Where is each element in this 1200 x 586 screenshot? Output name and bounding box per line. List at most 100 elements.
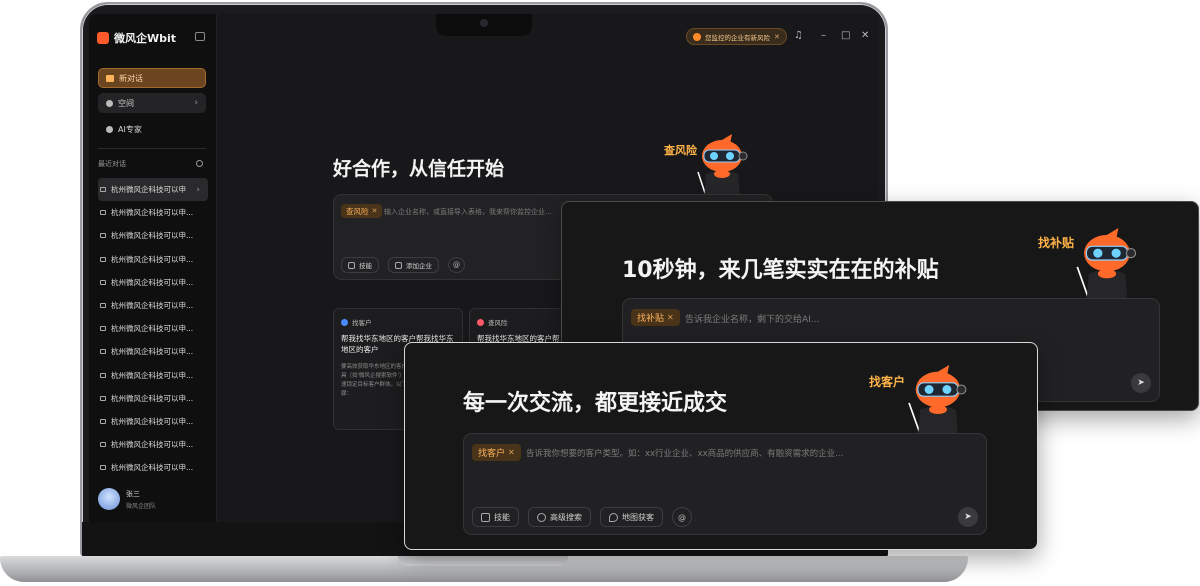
customer-icon: [341, 318, 348, 326]
search-icon[interactable]: [196, 160, 203, 167]
map-pin-icon: [609, 512, 618, 522]
input-placeholder: 告诉我企业名称，剩下的交给AI...: [685, 315, 820, 325]
skills-button[interactable]: 技能: [472, 507, 519, 527]
recent-chats-heading: 最近对话: [98, 160, 126, 168]
add-company-button[interactable]: 添加企业: [388, 257, 439, 273]
history-item[interactable]: 杭州微风企科技可以申...: [98, 317, 208, 340]
user-team: 微风企团队: [126, 502, 157, 510]
warning-icon: [693, 32, 701, 41]
skills-label: 技能: [359, 262, 372, 270]
history-item-label: 杭州微风企科技可以申: [111, 185, 186, 195]
history-item[interactable]: 杭州微风企科技可以申...: [98, 387, 208, 410]
chat-icon: [100, 372, 106, 378]
history-item[interactable]: 杭州微风企科技可以申...: [98, 271, 208, 294]
history-item[interactable]: 杭州微风企科技可以申...: [98, 364, 208, 387]
add-company-label: 添加企业: [406, 262, 432, 270]
chat-icon: [100, 349, 106, 355]
customer-panel: 每一次交流，都更接近成交 找客户 找客户 ✕ 告诉我你想要的客户类型。如：xx行…: [404, 342, 1038, 550]
send-button[interactable]: ➤: [958, 507, 978, 527]
history-item[interactable]: 杭州微风企科技可以申...: [98, 433, 208, 456]
chevron-right-icon: ›: [194, 98, 198, 108]
chat-icon: [100, 256, 106, 262]
card-tag: 查风险: [488, 319, 508, 327]
minimize-icon[interactable]: –: [821, 31, 826, 41]
grid-icon: [481, 512, 490, 522]
history-item[interactable]: 杭州微风企科技可以申...: [98, 456, 208, 479]
history-item-label: 杭州微风企科技可以申...: [111, 301, 194, 311]
skills-label: 技能: [494, 512, 510, 522]
remove-tag-icon[interactable]: ✕: [508, 448, 515, 457]
history-item[interactable]: 杭州微风企科技可以申...: [98, 224, 208, 247]
graduation-cap-icon: [106, 125, 113, 133]
map-leads-label: 地图获客: [622, 512, 654, 522]
brand: 微风企Wbit: [97, 30, 176, 46]
sidebar-item-space[interactable]: 空间 ›: [98, 93, 206, 113]
chat-icon: [100, 279, 106, 285]
customer-chat-input[interactable]: 找客户 ✕ 告诉我你想要的客户类型。如：xx行业企业、xx商品的供应商、有融资需…: [463, 433, 987, 535]
user-profile[interactable]: 张三 微风企团队: [98, 488, 156, 510]
sidebar-item-ai-expert[interactable]: AI专家: [98, 119, 206, 139]
history-item[interactable]: 杭州微风企科技可以申...: [98, 410, 208, 433]
skill-tag-label: 找客户: [478, 449, 506, 459]
send-button[interactable]: ➤: [1131, 373, 1151, 393]
map-leads-button[interactable]: 地图获客: [600, 507, 663, 527]
mascot-label: 找补贴: [1038, 236, 1075, 250]
window-close-icon[interactable]: ✕: [861, 31, 869, 41]
chat-icon: [100, 210, 106, 216]
brand-name: 微风企Wbit: [114, 32, 177, 45]
chat-icon: [100, 187, 106, 193]
history-item[interactable]: 杭州微风企科技可以申 ›: [98, 178, 208, 202]
history-item-label: 杭州微风企科技可以申...: [111, 231, 194, 241]
close-icon[interactable]: ✕: [774, 33, 780, 41]
chat-icon: [100, 233, 106, 239]
mascot-customer-illustration: [908, 365, 967, 439]
bell-icon[interactable]: ♫: [794, 31, 803, 41]
sidebar-collapse-icon[interactable]: [195, 32, 205, 41]
mascot-label: 找客户: [869, 375, 906, 389]
mascot-subsidy-illustration: [1076, 228, 1137, 304]
skill-tag-label: 找补贴: [637, 314, 665, 324]
card-tag: 找客户: [352, 319, 372, 327]
history-item[interactable]: 杭州微风企科技可以申...: [98, 294, 208, 317]
sidebar-item-label: 空间: [118, 98, 134, 108]
laptop-base-groove: [398, 556, 568, 566]
risk-icon: [477, 318, 484, 326]
history-item-label: 杭州微风企科技可以申...: [111, 463, 194, 473]
mention-button[interactable]: @: [672, 507, 692, 527]
history-item-label: 杭州微风企科技可以申...: [111, 277, 194, 287]
skills-button[interactable]: 技能: [341, 257, 379, 273]
history-item-label: 杭州微风企科技可以申...: [111, 208, 194, 218]
sidebar: 微风企Wbit 新对话 空间 › AI专家 最近对话 杭州微风企科技可以申 › 杭…: [89, 14, 217, 522]
maximize-icon[interactable]: □: [841, 31, 850, 41]
new-chat-button[interactable]: 新对话: [98, 68, 206, 88]
subsidy-title: 10秒钟，来几笔实实在在的补贴: [622, 258, 939, 283]
history-item-label: 杭州微风企科技可以申...: [111, 254, 194, 264]
history-item-label: 杭州微风企科技可以申...: [111, 347, 194, 357]
skill-tag[interactable]: 找客户 ✕: [472, 444, 521, 461]
chat-icon: [100, 395, 106, 401]
skill-tag[interactable]: 找补贴 ✕: [631, 309, 680, 326]
history-item-label: 杭州微风企科技可以申...: [111, 370, 194, 380]
mention-button[interactable]: @: [448, 257, 465, 273]
history-item[interactable]: 杭州微风企科技可以申...: [98, 340, 208, 363]
avatar: [98, 488, 120, 510]
sidebar-divider: [98, 148, 206, 149]
camera-notch: [436, 14, 532, 36]
history-item-label: 杭州微风企科技可以申...: [111, 393, 194, 403]
history-item[interactable]: 杭州微风企科技可以申...: [98, 201, 208, 224]
remove-tag-icon[interactable]: ✕: [667, 313, 674, 322]
risk-alert-text: 您监控的企业有新风险: [705, 33, 770, 42]
remove-tag-icon[interactable]: ✕: [372, 207, 378, 215]
sidebar-item-label: AI专家: [118, 124, 142, 134]
chat-icon: [100, 303, 106, 309]
history-item-label: 杭州微风企科技可以申...: [111, 440, 194, 450]
customer-title: 每一次交流，都更接近成交: [463, 391, 728, 416]
input-placeholder: 告诉我你想要的客户类型。如：xx行业企业、xx商品的供应商、有融资需求的企业..…: [526, 449, 844, 459]
advanced-search-button[interactable]: 高级搜索: [528, 507, 591, 527]
history-item[interactable]: 杭州微风企科技可以申...: [98, 248, 208, 271]
risk-alert-badge[interactable]: 您监控的企业有新风险 ✕: [686, 28, 787, 45]
chat-icon: [100, 442, 106, 448]
send-icon: ➤: [1137, 378, 1145, 388]
skill-tag[interactable]: 查风险 ✕: [341, 204, 383, 218]
chat-icon: [100, 326, 106, 332]
